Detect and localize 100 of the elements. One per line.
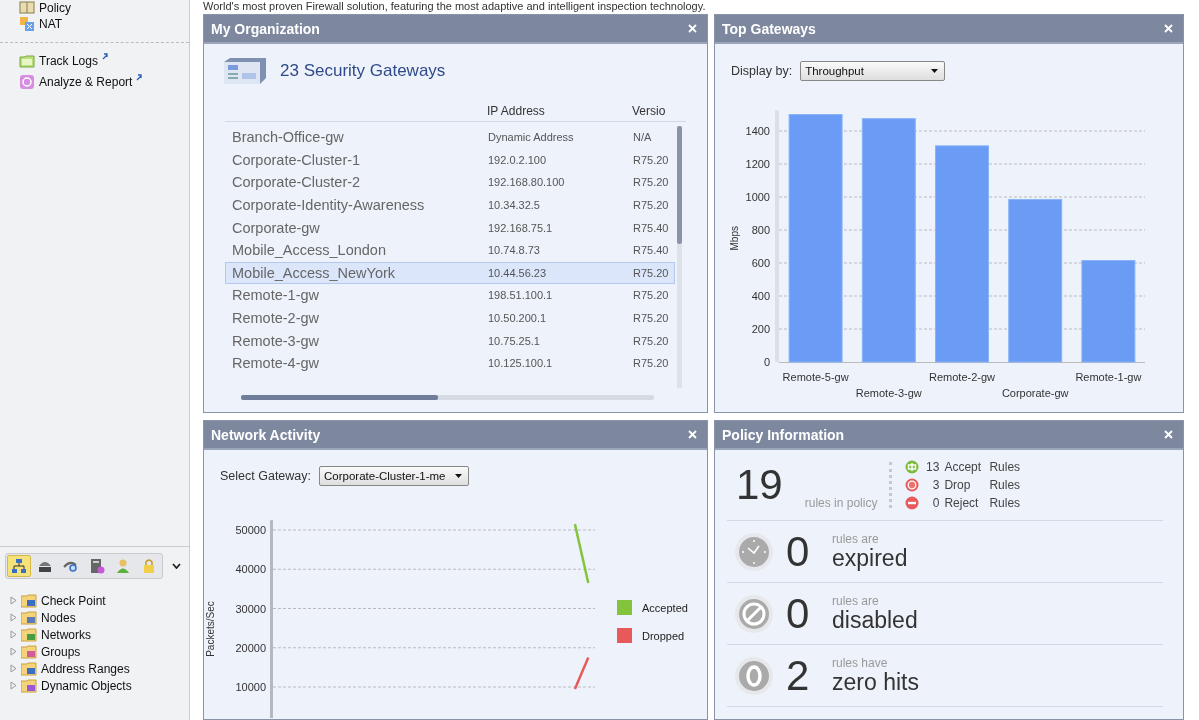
close-icon[interactable] bbox=[688, 430, 697, 439]
sidebar-item[interactable]: NAT bbox=[19, 16, 63, 32]
category-label: Remote-2-gw bbox=[929, 371, 995, 383]
stat-value: 0 bbox=[786, 527, 811, 576]
scrollbar-thumb[interactable] bbox=[241, 395, 438, 400]
vertical-scrollbar[interactable] bbox=[677, 126, 682, 388]
tagline: World's most proven Firewall solution, featuring the most adaptive and intelligent inspection technology. bbox=[203, 0, 707, 13]
caption: rules in policy bbox=[804, 496, 878, 510]
gateway-name: Corporate-Identity-Awareness bbox=[231, 197, 426, 214]
tree-item[interactable]: Networks bbox=[41, 627, 91, 642]
gateway-name: Corporate-Cluster-2 bbox=[231, 174, 362, 191]
table-row[interactable]: Corporate-gw 192.168.75.1 R75.40 bbox=[225, 216, 675, 239]
table-row[interactable]: Corporate-Cluster-1 192.0.2.100 R75.20 bbox=[225, 148, 675, 172]
caret-down-icon bbox=[931, 69, 939, 73]
rule-action: Reject bbox=[944, 496, 980, 510]
ip-address: 10.75.25.1 bbox=[488, 334, 541, 347]
category-label: Remote-1-gw bbox=[1075, 371, 1142, 383]
gateway-name: Remote-3-gw bbox=[231, 332, 321, 349]
folder-icon bbox=[21, 661, 37, 676]
server-icon bbox=[222, 56, 268, 86]
expand-triangle-icon[interactable] bbox=[10, 681, 17, 690]
ip-address: 192.168.80.100 bbox=[488, 176, 566, 189]
accept-icon bbox=[905, 460, 920, 474]
gateway-name: Mobile_Access_London bbox=[231, 242, 387, 259]
table-row[interactable]: Remote-2-gw 10.50.200.1 R75.20 bbox=[225, 306, 675, 330]
nat-icon bbox=[19, 16, 35, 32]
tree-item[interactable]: Dynamic Objects bbox=[41, 678, 132, 693]
gateway-name: Remote-4-gw bbox=[231, 355, 321, 372]
category-label: Corporate-gw bbox=[1001, 387, 1069, 399]
version: R75.20 bbox=[633, 312, 670, 325]
version: N/A bbox=[633, 131, 653, 144]
column-header[interactable]: IP Address bbox=[487, 104, 632, 118]
expand-triangle-icon[interactable] bbox=[10, 630, 17, 639]
report-icon bbox=[19, 74, 35, 90]
sidebar-link[interactable]: Track Logs bbox=[19, 53, 108, 69]
caret-down-icon bbox=[455, 474, 462, 478]
tree-item[interactable]: Nodes bbox=[41, 610, 76, 625]
horizontal-scrollbar[interactable] bbox=[241, 395, 654, 400]
expand-triangle-icon[interactable] bbox=[10, 664, 17, 673]
drop-icon bbox=[905, 478, 920, 492]
tree-item[interactable]: Address Ranges bbox=[41, 661, 130, 676]
rule-count: 3 bbox=[931, 478, 940, 492]
section-heading: 23 Security Gateways bbox=[280, 61, 446, 81]
table-row[interactable]: Remote-3-gw 10.75.25.1 R75.20 bbox=[225, 329, 675, 352]
ip-address: Dynamic Address bbox=[488, 131, 575, 144]
panel-title: Policy Information bbox=[722, 426, 845, 443]
tick-label: 1000 bbox=[745, 191, 770, 203]
version: R75.20 bbox=[633, 153, 670, 166]
table-row[interactable]: Corporate-Identity-Awareness 10.34.32.5 R75.20 bbox=[225, 193, 675, 217]
table-row[interactable]: Remote-4-gw 10.125.100.1 R75.20 bbox=[225, 351, 675, 375]
server-icon bbox=[89, 558, 105, 574]
rule-unit: Rules bbox=[989, 478, 1021, 492]
field-label: Display by: bbox=[731, 64, 793, 78]
panel-title: Top Gateways bbox=[722, 20, 816, 37]
stat-label: expired bbox=[832, 546, 908, 570]
field-label: Select Gateway: bbox=[220, 469, 311, 483]
clock-icon bbox=[734, 531, 774, 572]
stat-label: disabled bbox=[832, 608, 918, 632]
table-row[interactable]: Mobile_Access_NewYork 10.44.56.23 R75.20 bbox=[225, 261, 675, 285]
gateway-dropdown[interactable]: Corporate-Cluster-1-me bbox=[319, 466, 469, 486]
tick-label: 0 bbox=[763, 356, 770, 368]
table-row[interactable]: Corporate-Cluster-2 192.168.80.100 R75.20 bbox=[225, 171, 675, 194]
close-icon[interactable] bbox=[1164, 24, 1173, 33]
scrollbar-thumb[interactable] bbox=[677, 126, 682, 244]
legend-swatch bbox=[617, 600, 632, 615]
ip-address: 10.125.100.1 bbox=[488, 357, 554, 370]
close-icon[interactable] bbox=[1164, 430, 1173, 439]
folder-icon bbox=[19, 53, 35, 69]
expand-triangle-icon[interactable] bbox=[10, 647, 17, 656]
category-label: Remote-5-gw bbox=[782, 371, 849, 383]
caption: rules are bbox=[832, 533, 880, 546]
sidebar-link[interactable]: Analyze & Report bbox=[19, 74, 143, 90]
table-row[interactable]: Branch-Office-gw Dynamic Address N/A bbox=[225, 126, 675, 149]
reject-icon bbox=[905, 496, 920, 510]
expand-triangle-icon[interactable] bbox=[10, 613, 17, 622]
column-header[interactable]: Versio bbox=[632, 104, 686, 118]
rule-count: 13 bbox=[925, 460, 940, 474]
expand-triangle-icon[interactable] bbox=[10, 596, 17, 605]
close-icon[interactable] bbox=[688, 24, 697, 33]
category-label: Remote-3-gw bbox=[855, 387, 922, 399]
table-row[interactable]: Remote-1-gw 198.51.100.1 R75.20 bbox=[225, 284, 675, 307]
panel-title: Network Activity bbox=[211, 426, 321, 443]
caption: rules are bbox=[832, 595, 880, 608]
zero-icon bbox=[734, 655, 774, 696]
tick-label: 30000 bbox=[235, 602, 266, 615]
chart-line bbox=[573, 523, 590, 584]
display-by-dropdown[interactable]: Throughput bbox=[800, 61, 946, 81]
folder-icon bbox=[21, 678, 37, 693]
tree-item[interactable]: Check Point bbox=[41, 593, 106, 608]
table-row[interactable]: Mobile_Access_London 10.74.8.73 R75.40 bbox=[225, 238, 675, 262]
rule-unit: Rules bbox=[989, 496, 1021, 510]
tick-label: 800 bbox=[751, 224, 770, 236]
sidebar-item[interactable]: Policy bbox=[19, 0, 71, 16]
ip-address: 192.0.2.100 bbox=[488, 153, 548, 166]
version: R75.20 bbox=[633, 334, 670, 347]
tree-item[interactable]: Groups bbox=[41, 644, 81, 659]
gateway-name: Corporate-Cluster-1 bbox=[231, 151, 362, 168]
version: R75.20 bbox=[633, 176, 670, 189]
gateway-name: Branch-Office-gw bbox=[231, 129, 345, 146]
toolbar-button[interactable] bbox=[7, 555, 31, 577]
